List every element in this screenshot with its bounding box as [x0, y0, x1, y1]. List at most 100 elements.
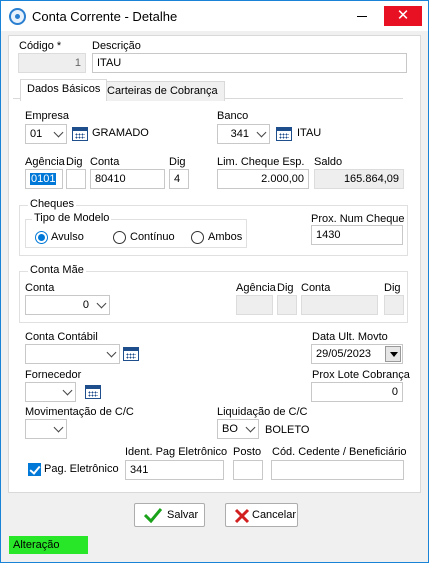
tab-dados-basicos-label: Dados Básicos [27, 83, 101, 95]
cancel-icon [234, 508, 250, 524]
conta-contabil-select[interactable] [25, 344, 120, 364]
conta-field[interactable]: 80410 [90, 169, 165, 189]
radio-ambos-label: Ambos [208, 231, 243, 243]
prox-lote-field[interactable]: 0 [311, 382, 403, 402]
ident-pag-label: Ident. Pag Eletrônico [125, 446, 228, 458]
agencia-dig-label: Dig [66, 156, 83, 168]
tipo-modelo-label: Tipo de Modelo [32, 212, 112, 224]
liquidacao-code: BO [222, 423, 238, 435]
chevron-down-icon [256, 127, 267, 138]
date-picker-button[interactable] [385, 346, 401, 362]
save-button[interactable]: Salvar [134, 503, 205, 527]
prox-num-cheque-label: Prox. Num Cheque [311, 213, 405, 225]
chevron-down-icon [245, 422, 256, 433]
save-label: Salvar [167, 509, 199, 521]
empresa-select[interactable]: 01 [25, 124, 67, 144]
prox-lote-label: Prox Lote Cobrança [312, 369, 410, 381]
tab-dados-basicos[interactable]: Dados Básicos [20, 79, 108, 101]
chevron-down-icon [62, 385, 73, 396]
window-title: Conta Corrente - Detalhe [32, 9, 178, 24]
agencia-label: Agência [25, 156, 65, 168]
chevron-down-icon [96, 298, 107, 309]
cod-cedente-label: Cód. Cedente / Beneficiário [272, 446, 407, 458]
radio-avulso[interactable] [35, 231, 48, 244]
cancel-button[interactable]: Cancelar [225, 503, 298, 527]
lim-cheque-field[interactable]: 2.000,00 [217, 169, 309, 189]
title-bar: Conta Corrente - Detalhe ✕ [1, 1, 428, 31]
liquidacao-name: BOLETO [265, 424, 310, 436]
ident-pag-field[interactable]: 341 [125, 460, 224, 480]
liquidacao-label: Liquidação de C/C [217, 406, 308, 418]
agencia-value: 0101 [30, 173, 57, 185]
empresa-label: Empresa [25, 110, 70, 122]
agencia-dig-field[interactable] [66, 169, 86, 189]
calendar-icon[interactable] [123, 347, 139, 361]
checkmark-icon [144, 508, 162, 523]
liquidacao-select[interactable]: BO [217, 419, 259, 439]
calendar-icon[interactable] [72, 127, 88, 141]
data-ult-movto-label: Data Ult. Movto [312, 331, 388, 343]
fornecedor-select[interactable] [25, 382, 76, 402]
radio-continuo[interactable] [113, 231, 126, 244]
conta-mae-title: Conta Mãe [28, 264, 86, 276]
radio-continuo-label: Contínuo [130, 231, 175, 243]
descricao-field[interactable]: ITAU [92, 53, 407, 73]
pag-eletronico-label: Pag. Eletrônico [44, 463, 119, 475]
cod-cedente-field[interactable] [271, 460, 404, 480]
close-button[interactable]: ✕ [384, 6, 422, 26]
conta-mae-value: 0 [82, 299, 89, 311]
codigo-field[interactable]: 1 [18, 53, 86, 73]
conta-mae-agencia-label: Agência [236, 282, 276, 294]
empresa-name: GRAMADO [92, 127, 149, 139]
cancel-label: Cancelar [252, 509, 297, 521]
movimentacao-select[interactable] [25, 419, 67, 439]
tab-carteiras-cobranca-label: Carteiras de Cobrança [107, 85, 218, 97]
empresa-code: 01 [30, 128, 43, 140]
conta-mae-conta-dig-label: Dig [384, 282, 401, 294]
fornecedor-label: Fornecedor [25, 369, 82, 381]
chevron-down-icon [53, 127, 64, 138]
posto-label: Posto [233, 446, 262, 458]
banco-label: Banco [217, 110, 249, 122]
conta-contabil-label: Conta Contábil [25, 331, 98, 343]
conta-label: Conta [90, 156, 120, 168]
radio-ambos[interactable] [191, 231, 204, 244]
conta-mae-conta-field [301, 295, 378, 315]
cheques-title: Cheques [28, 198, 77, 210]
close-icon: ✕ [396, 7, 410, 24]
conta-mae-agencia-dig-label: Dig [277, 282, 294, 294]
codigo-label: Código * [19, 40, 62, 52]
conta-mae-conta-num-label: Conta [301, 282, 331, 294]
app-icon [9, 8, 26, 25]
data-ult-movto-value: 29/05/2023 [316, 348, 372, 360]
window: Conta Corrente - Detalhe ✕ Código * 1 De… [0, 0, 429, 563]
descricao-label: Descrição [92, 40, 141, 52]
movimentacao-label: Movimentação de C/C [25, 406, 134, 418]
conta-mae-conta-label: Conta [25, 282, 55, 294]
saldo-label: Saldo [314, 156, 343, 168]
pag-eletronico-checkbox[interactable] [28, 463, 41, 476]
posto-field[interactable] [233, 460, 263, 480]
conta-mae-select[interactable]: 0 [25, 295, 110, 315]
conta-mae-agencia-dig-field [277, 295, 297, 315]
minimize-button[interactable] [347, 6, 377, 26]
saldo-field: 165.864,09 [314, 169, 404, 189]
banco-code: 341 [230, 128, 249, 140]
data-ult-movto-field[interactable]: 29/05/2023 [311, 344, 403, 364]
banco-select[interactable]: 341 [217, 124, 270, 144]
chevron-down-icon [53, 422, 64, 433]
calendar-icon[interactable] [85, 385, 101, 399]
chevron-down-icon [106, 347, 117, 358]
tab-carteiras-cobranca[interactable]: Carteiras de Cobrança [100, 81, 225, 101]
radio-avulso-label: Avulso [51, 231, 84, 243]
prox-num-cheque-field[interactable]: 1430 [311, 225, 403, 245]
lim-cheque-label: Lim. Cheque Esp. [217, 156, 305, 168]
status-indicator: Alteração [9, 536, 88, 554]
banco-name: ITAU [297, 127, 322, 139]
conta-dig-label: Dig [169, 156, 186, 168]
calendar-icon[interactable] [276, 127, 292, 141]
conta-mae-conta-dig-field [384, 295, 404, 315]
conta-dig-field[interactable]: 4 [169, 169, 189, 189]
agencia-field[interactable]: 0101 [25, 169, 63, 189]
conta-mae-agencia-field [236, 295, 273, 315]
